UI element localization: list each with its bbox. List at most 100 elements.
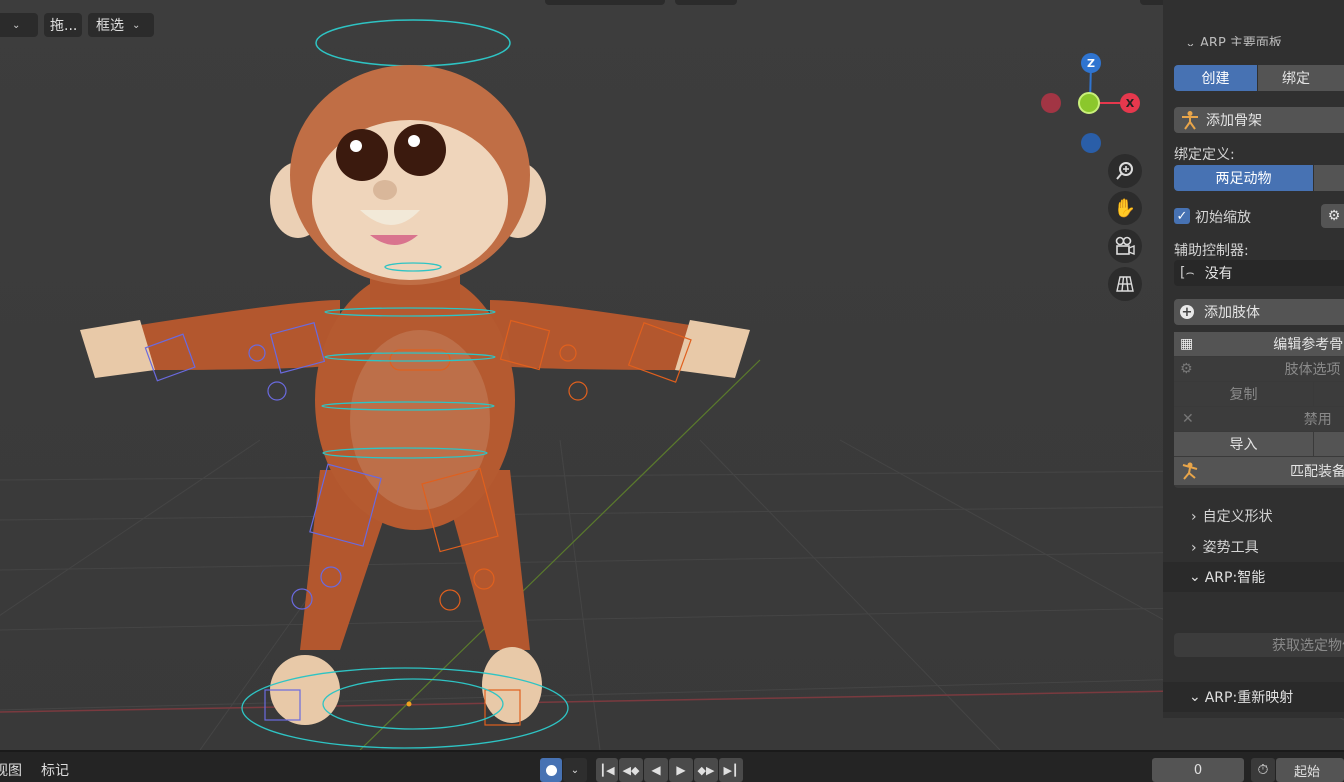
jump-start-button[interactable]: ┃◀ (596, 758, 618, 782)
match-rig-figure-icon (1182, 462, 1198, 480)
rig-type-biped[interactable]: 两足动物 (1174, 165, 1313, 191)
chevron-right-icon: › (1191, 509, 1197, 525)
start-frame-field[interactable]: 起始 (1276, 758, 1344, 782)
panel-top-header[interactable]: ⌄ ARP 主要面板 (1185, 32, 1282, 46)
current-frame-value: 0 (1193, 762, 1203, 778)
import-extra-button[interactable] (1314, 432, 1344, 456)
chevron-right-icon: › (1191, 540, 1197, 556)
edit-reference-button[interactable]: ▦ 编辑参考骨骼 (1174, 332, 1344, 356)
current-frame-field[interactable]: 0 (1152, 758, 1244, 782)
play-reverse-button[interactable]: ◀ (644, 758, 668, 782)
arp-smart-section-header[interactable]: ⌄ ARP:智能 (1163, 562, 1344, 592)
init-scale-settings-button[interactable]: ⚙ (1321, 204, 1344, 228)
timeline-bar: 视图 标记 ⌄ ┃◀ ◀◆ ◀ ▶ ◆▶ ▶┃ 0 ⏱ 起始 (0, 750, 1344, 782)
gear-icon: ⚙ (1180, 361, 1193, 377)
prev-keyframe-button[interactable]: ◀◆ (619, 758, 643, 782)
gizmo-x-axis[interactable]: X (1120, 93, 1140, 113)
chevron-down-icon: ⌄ (1189, 689, 1201, 705)
tab-create-label: 创建 (1201, 71, 1230, 87)
import-button[interactable]: 导入 (1174, 432, 1313, 456)
arp-remap-section-header[interactable]: ⌄ ARP:重新映射 (1163, 682, 1344, 712)
zoom-icon[interactable] (1108, 154, 1142, 188)
select-mode-label: 框选 (96, 18, 124, 34)
start-frame-label: 起始 (1294, 764, 1321, 780)
preview-range-toggle[interactable]: ⏱ (1251, 758, 1275, 782)
init-scale-checkbox[interactable]: ✓ (1174, 208, 1190, 224)
helper-ctrl-dropdown[interactable]: [⌢ 没有 (1174, 260, 1344, 286)
chevron-down-icon: ⌄ (1185, 36, 1201, 46)
import-label: 导入 (1229, 437, 1258, 453)
rig-type-other[interactable] (1314, 165, 1344, 191)
gizmo-y-axis[interactable] (1078, 92, 1100, 114)
gizmo-z-axis[interactable]: Z (1081, 53, 1101, 73)
add-armature-button[interactable]: 添加骨架 (1174, 107, 1344, 133)
prev-keyframe-icon: ◀◆ (622, 763, 640, 777)
header-strip-stub (675, 0, 737, 5)
record-icon (545, 764, 557, 776)
armature-figure-icon (1182, 111, 1198, 130)
timeline-view-menu[interactable]: 视图 (0, 760, 22, 780)
bone-bracket-icon: [⌢ (1180, 265, 1195, 281)
remap-section-label: ARP:重新映射 (1204, 690, 1294, 706)
next-keyframe-icon: ◆▶ (697, 763, 715, 777)
play-button[interactable]: ▶ (669, 758, 693, 782)
pose-tools-subpanel[interactable]: › 姿势工具 (1191, 537, 1259, 557)
match-rig-label: 匹配装备 (1290, 464, 1344, 480)
tab-bind-label: 绑定 (1282, 71, 1310, 87)
gizmo-x-label: X (1125, 96, 1135, 110)
init-scale-label: 初始缩放 (1195, 210, 1251, 226)
match-rig-button[interactable]: 匹配装备 (1174, 457, 1344, 485)
next-keyframe-button[interactable]: ◆▶ (694, 758, 718, 782)
top-header-label: ARP 主要面板 (1200, 36, 1282, 46)
gizmo-neg-x-axis[interactable] (1041, 93, 1061, 113)
tab-create[interactable]: 创建 (1174, 65, 1257, 91)
disable-label: 禁用 (1303, 412, 1332, 428)
add-limb-button[interactable]: + 添加肢体 (1174, 299, 1344, 325)
3d-viewport[interactable]: ⌄ 拖... 框选 ⌄ Z X ✋ (0, 0, 1344, 750)
drag-label: 拖... (50, 18, 78, 34)
timeline-marker-menu[interactable]: 标记 (41, 760, 69, 780)
select-mode-dropdown[interactable]: 框选 ⌄ (88, 13, 154, 37)
edit-bones-icon: ▦ (1180, 336, 1194, 352)
smart-section-label: ARP:智能 (1204, 570, 1266, 586)
duplicate-button[interactable]: 复制 (1174, 382, 1313, 406)
limb-options-label: 肢体选项 (1284, 362, 1341, 378)
play-icon: ▶ (676, 763, 686, 777)
stopwatch-icon: ⏱ (1257, 762, 1269, 778)
gizmo-neg-z-axis[interactable] (1081, 133, 1101, 153)
chevron-down-icon: ⌄ (132, 19, 141, 31)
record-button[interactable] (540, 758, 562, 782)
rig-definition-label: 绑定定义: (1174, 147, 1235, 163)
pose-tools-label: 姿势工具 (1202, 540, 1259, 556)
drag-tool-dropdown[interactable]: 拖... (44, 13, 82, 37)
custom-shapes-label: 自定义形状 (1202, 509, 1273, 525)
tab-bind[interactable]: 绑定 (1258, 65, 1344, 91)
disable-button[interactable]: ✕ 禁用 (1174, 407, 1344, 431)
duplicate-label: 复制 (1229, 387, 1258, 403)
header-strip-stub (545, 0, 665, 5)
jump-start-icon: ┃◀ (599, 763, 615, 777)
chevron-down-icon: ⌄ (570, 764, 580, 776)
gizmo-z-label: Z (1087, 56, 1095, 70)
pan-hand-icon[interactable]: ✋ (1108, 191, 1142, 225)
add-limb-label: 添加肢体 (1204, 305, 1260, 321)
mode-dropdown[interactable]: ⌄ (0, 13, 38, 37)
record-options-dropdown[interactable]: ⌄ (563, 758, 587, 782)
plus-circle-icon: + (1180, 304, 1194, 320)
get-selected-button[interactable]: 获取选定物体 (1174, 633, 1344, 657)
duplicate-extra-button[interactable] (1314, 382, 1344, 406)
limb-options-button[interactable]: ⚙ 肢体选项 (1174, 357, 1344, 381)
jump-end-icon: ▶┃ (723, 763, 739, 777)
jump-end-button[interactable]: ▶┃ (719, 758, 743, 782)
gear-icon: ⚙ (1327, 208, 1341, 224)
ortho-grid-icon[interactable] (1108, 267, 1142, 301)
rig-type-label: 两足动物 (1215, 171, 1272, 187)
edit-reference-label: 编辑参考骨骼 (1273, 337, 1344, 353)
chevron-down-icon: ⌄ (1189, 569, 1201, 585)
add-armature-label: 添加骨架 (1206, 113, 1262, 129)
camera-icon[interactable] (1108, 229, 1142, 263)
close-icon: ✕ (1182, 411, 1194, 427)
custom-shapes-subpanel[interactable]: › 自定义形状 (1191, 506, 1273, 526)
chevron-down-icon: ⌄ (12, 19, 21, 31)
helper-ctrl-value: 没有 (1204, 266, 1233, 282)
